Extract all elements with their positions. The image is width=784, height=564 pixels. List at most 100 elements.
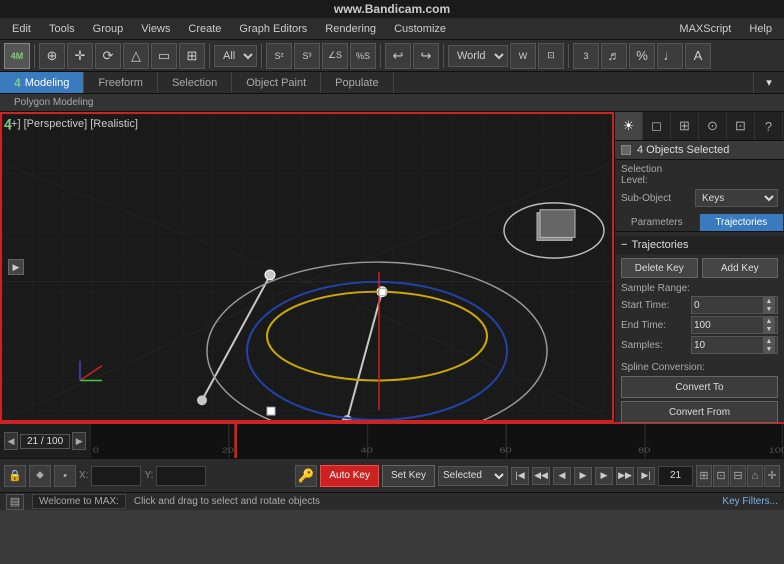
tab-object-paint[interactable]: Object Paint [232,72,321,93]
menu-tools[interactable]: Tools [41,21,83,37]
toolbar-rect[interactable]: ⊞ [179,43,205,69]
tab-populate[interactable]: Populate [321,72,393,93]
transport-prev[interactable]: ◀◀ [532,467,550,485]
auto-key-btn[interactable]: Auto Key [320,465,379,487]
timeline-counter[interactable]: 21 / 100 [20,434,70,449]
extra-icon-4[interactable]: ⌂ [747,465,763,487]
filter-select[interactable]: All [214,45,257,67]
transport-play[interactable]: ▶ [574,467,592,485]
toolbar-divider-3 [261,44,262,68]
sub-tab-polygon[interactable]: Polygon Modeling [6,96,102,109]
transport-next[interactable]: ▶▶ [616,467,634,485]
extra-icon-5[interactable]: ✛ [764,465,780,487]
transport-prev-key[interactable]: ◀ [553,467,571,485]
toolbar-w2[interactable]: ⊡ [538,43,564,69]
toolbar-rotate[interactable]: ⟳ [95,43,121,69]
toolbar-text[interactable]: A [685,43,711,69]
sub-object-select[interactable]: Keys [695,189,778,207]
panel-icon-cube[interactable]: ◻ [643,112,671,140]
menu-views[interactable]: Views [133,21,178,37]
add-key-btn[interactable]: Add Key [702,258,779,278]
panel-icon-sun[interactable]: ☀ [615,112,643,140]
toolbar-scale[interactable]: △ [123,43,149,69]
timeline-bar[interactable]: 0 20 40 60 80 100 [90,424,784,458]
status-bar: ▤ Welcome to MAX: Click and drag to sele… [0,492,784,510]
menu-customize[interactable]: Customize [386,21,454,37]
convert-from-btn[interactable]: Convert From [621,401,778,423]
frame-input[interactable] [658,466,693,486]
toolbar-redo[interactable]: ↪ [413,43,439,69]
tab-parameters[interactable]: Parameters [615,214,700,231]
panel-icon-bone[interactable]: ⊞ [671,112,699,140]
delete-key-btn[interactable]: Delete Key [621,258,698,278]
extra-icon-3[interactable]: ⊟ [730,465,746,487]
toolbar-curve[interactable]: ♩ [657,43,683,69]
end-time-up[interactable]: ▲ [763,317,775,325]
extra-icon-2[interactable]: ⊡ [713,465,729,487]
end-time-input[interactable]: 100 ▲ ▼ [691,316,778,334]
toolbar-pctsnap[interactable]: %S [350,43,376,69]
viewport-play[interactable]: ▶ [8,259,24,275]
samples-up[interactable]: ▲ [763,337,775,345]
tab-selection[interactable]: Selection [158,72,232,93]
end-time-row: End Time: 100 ▲ ▼ [621,316,778,334]
tab-modeling[interactable]: 4 Modeling [0,72,84,93]
start-time-down[interactable]: ▼ [763,305,775,313]
viewport-label: [+] [Perspective] [Realistic] [8,118,138,130]
panel-icon-help[interactable]: ? [755,112,783,140]
toolbar-audio[interactable]: ♬ [601,43,627,69]
x-input[interactable] [91,466,141,486]
panel-icon-light[interactable]: ⊡ [727,112,755,140]
status-icon[interactable]: ▤ [6,494,24,510]
bottom-key2-icon[interactable]: 🔑 [295,465,317,487]
tab-spacer [394,72,754,93]
samples-input[interactable]: 10 ▲ ▼ [691,336,778,354]
start-time-input[interactable]: 0 ▲ ▼ [691,296,778,314]
menu-help[interactable]: Help [741,21,780,37]
convert-to-btn[interactable]: Convert To [621,376,778,398]
toolbar-snap3d[interactable]: S³ [294,43,320,69]
toolbar-stat[interactable]: 3 [573,43,599,69]
extra-icon-1[interactable]: ⊞ [696,465,712,487]
panel-icon-camera[interactable]: ⊙ [699,112,727,140]
toolbar-region[interactable]: ▭ [151,43,177,69]
toolbar-snap2d[interactable]: S² [266,43,292,69]
end-time-arrows: ▲ ▼ [763,317,775,333]
toolbar-angsnap[interactable]: ∠S [322,43,348,69]
timeline-next[interactable]: ▶ [72,432,86,450]
main-layout: [+] [Perspective] [Realistic] 4 [0,112,784,422]
bottom-key-icon[interactable]: ⬥ [29,465,51,487]
timeline-prev[interactable]: ◀ [4,432,18,450]
menu-edit[interactable]: Edit [4,21,39,37]
menu-graph-editors[interactable]: Graph Editors [231,21,315,37]
samples-down[interactable]: ▼ [763,345,775,353]
menu-maxscript[interactable]: MAXScript [671,21,739,37]
tab-trajectories[interactable]: Trajectories [700,214,784,231]
toolbar-track[interactable]: % [629,43,655,69]
menu-create[interactable]: Create [180,21,229,37]
start-time-up[interactable]: ▲ [763,297,775,305]
tab-extra[interactable]: ▾ [754,72,784,93]
key-filters-link[interactable]: Key Filters... [722,496,778,507]
menu-group[interactable]: Group [85,21,132,37]
transport-prev-prev[interactable]: |◀ [511,467,529,485]
tab-freeform[interactable]: Freeform [84,72,158,93]
bottom-dot-icon[interactable]: • [54,465,76,487]
viewport[interactable]: [+] [Perspective] [Realistic] 4 [0,112,614,422]
transport-next-key[interactable]: ▶ [595,467,613,485]
bottom-lock-icon[interactable]: 🔒 [4,465,26,487]
samples-arrows: ▲ ▼ [763,337,775,353]
transport-next-next[interactable]: ▶| [637,467,655,485]
y-input[interactable] [156,466,206,486]
world-select[interactable]: World [448,45,508,67]
toolbar-mode[interactable]: 4M [4,43,30,69]
menu-rendering[interactable]: Rendering [317,21,384,37]
toolbar-w1[interactable]: W [510,43,536,69]
toolbar-move[interactable]: ✛ [67,43,93,69]
toolbar-select[interactable]: ⊕ [39,43,65,69]
selected-select[interactable]: Selected [438,466,508,486]
end-time-down[interactable]: ▼ [763,325,775,333]
trajectories-header: − Trajectories [615,236,784,254]
set-key-btn[interactable]: Set Key [382,465,435,487]
toolbar-undo[interactable]: ↩ [385,43,411,69]
